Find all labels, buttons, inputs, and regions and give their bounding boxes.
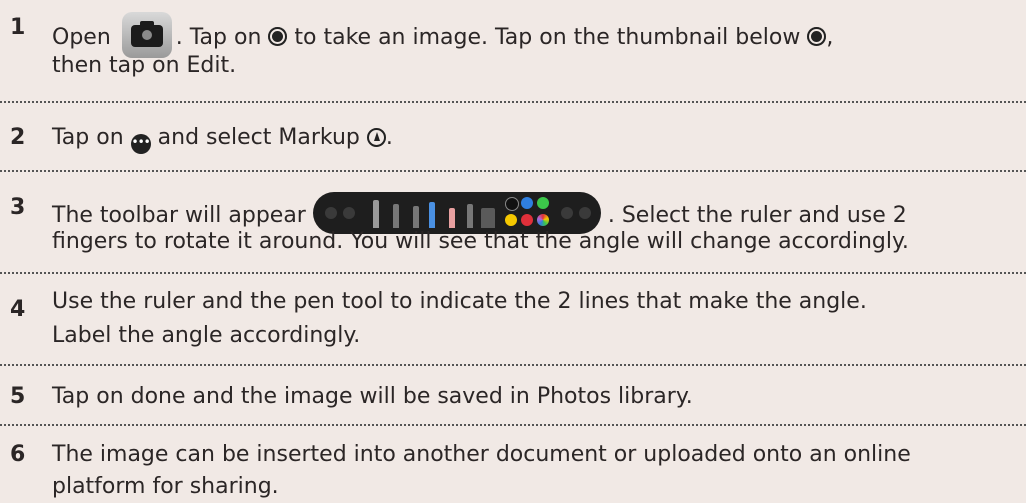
divider <box>0 364 1026 366</box>
step-number: 3 <box>10 195 26 220</box>
step-5: 5 Tap on done and the image will be save… <box>0 379 1026 415</box>
step-text-segment: . Tap on <box>175 25 262 50</box>
step-text: Tap on ••• and select Markup . <box>52 122 1026 154</box>
step-4: 4 Use the ruler and the pen tool to indi… <box>0 286 1026 356</box>
step-number: 4 <box>10 297 26 322</box>
step-text-line1: Tap on done and the image will be saved … <box>52 384 693 409</box>
step-number: 5 <box>10 384 26 409</box>
step-text-segment: , <box>826 25 834 50</box>
step-text-line1: The image can be inserted into another d… <box>52 442 911 467</box>
step-text-segment: to take an image. Tap on the thumbnail b… <box>294 25 801 50</box>
step-3: 3 The toolbar will appear . Select the r… <box>0 186 1026 262</box>
step-number: 2 <box>10 125 26 150</box>
step-text-line2: Label the angle accordingly. <box>52 323 361 348</box>
step-text-segment: and select Markup <box>157 125 360 150</box>
step-text-line2: then tap on Edit. <box>52 53 237 78</box>
divider <box>0 424 1026 426</box>
step-2: 2 Tap on ••• and select Markup . <box>0 118 1026 158</box>
step-text-segment: Open <box>52 25 111 50</box>
step-text-line2: platform for sharing. <box>52 474 279 499</box>
step-text-segment: . Select the ruler and use 2 <box>607 203 907 228</box>
step-text-segment: . <box>385 125 393 150</box>
shutter-button-icon <box>807 27 827 46</box>
step-text-line1: Use the ruler and the pen tool to indica… <box>52 289 867 314</box>
more-options-icon: ••• <box>130 134 151 154</box>
markup-icon <box>366 128 386 147</box>
instruction-steps: 1 Open . Tap on to take an image. Tap on… <box>0 0 1026 503</box>
divider <box>0 170 1026 172</box>
step-6: 6 The image can be inserted into another… <box>0 435 1026 503</box>
step-number: 1 <box>10 15 26 40</box>
divider <box>0 272 1026 274</box>
step-text-segment: Tap on <box>52 125 124 150</box>
step-text-line2: fingers to rotate it around. You will se… <box>52 229 909 254</box>
shutter-button-icon <box>268 27 288 46</box>
step-text-segment: The toolbar will appear <box>52 203 306 228</box>
step-number: 6 <box>10 442 26 467</box>
divider <box>0 101 1026 103</box>
step-1: 1 Open . Tap on to take an image. Tap on… <box>0 8 1026 88</box>
